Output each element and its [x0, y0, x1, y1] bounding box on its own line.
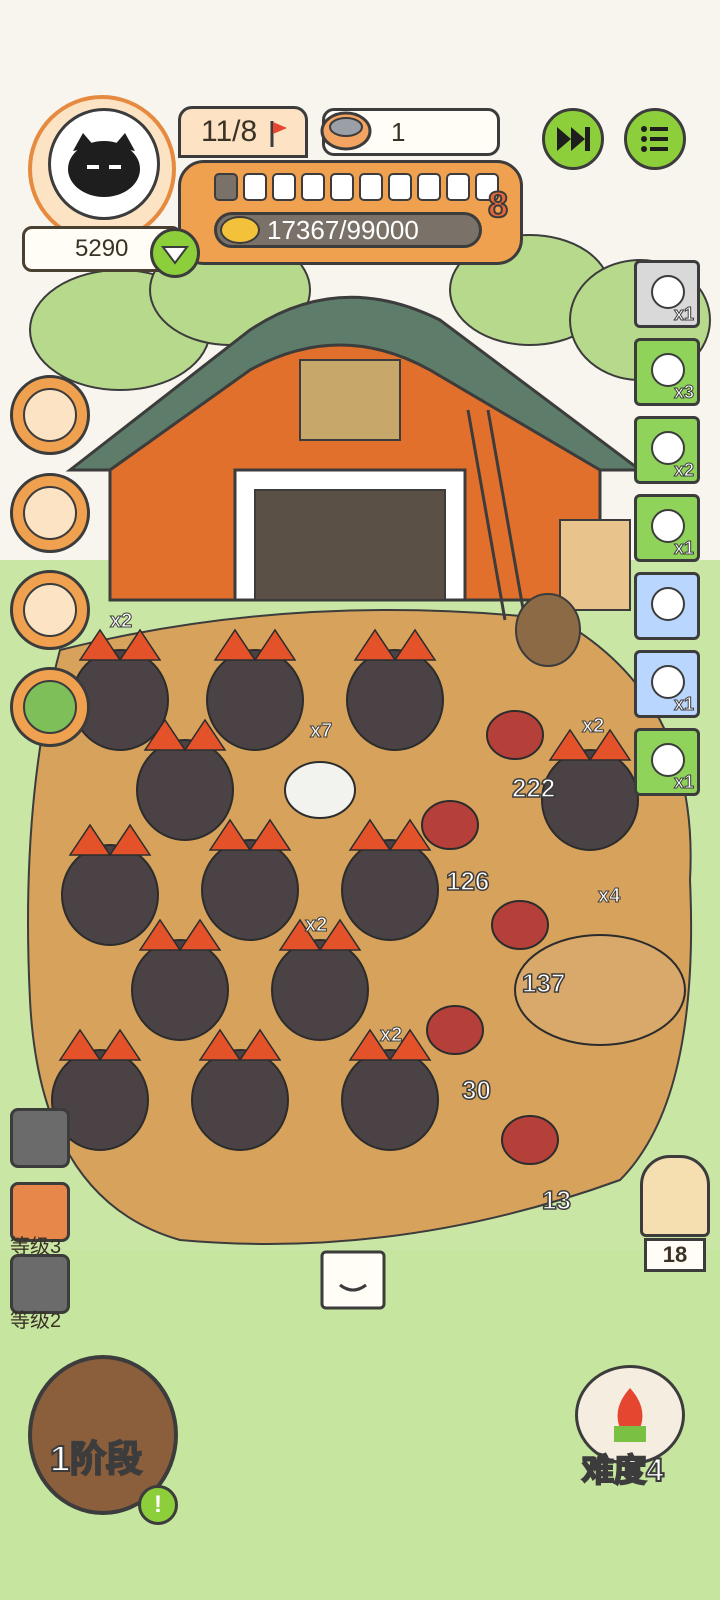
meat-value: 137 [521, 967, 566, 999]
fast-forward-icon [557, 127, 590, 151]
bowl-icon [318, 105, 374, 155]
heart-icon [161, 246, 189, 265]
bowl-value: 1 [391, 117, 406, 147]
turn-counter: 11/8 [178, 106, 308, 158]
gameboy-button[interactable] [10, 667, 90, 747]
xp-segment [359, 173, 383, 201]
item-slot[interactable] [634, 572, 700, 640]
menu-button[interactable] [624, 108, 686, 170]
multiplier-tag: x2 [304, 914, 328, 937]
alert-icon[interactable]: ! [138, 1485, 178, 1525]
item-count: x1 [673, 772, 694, 793]
item-count: x2 [673, 460, 694, 481]
xp-segment [388, 173, 412, 201]
owl-count: 18 [644, 1238, 706, 1272]
xp-segment [301, 173, 325, 201]
avatar[interactable] [48, 108, 160, 220]
gameboy-icon [23, 680, 77, 734]
skill-level-label: 等级2 [10, 1310, 62, 1332]
item-count: x3 [673, 382, 694, 403]
xp-segment [446, 173, 470, 201]
meat-value: 222 [511, 772, 556, 804]
gold-coin-icon [220, 216, 260, 244]
flag-icon [269, 117, 289, 163]
difficulty-label: 难度4 [581, 1451, 665, 1489]
multiplier-tag: x2 [581, 715, 605, 738]
xp-segment [243, 173, 267, 201]
level-badge: 8 [487, 183, 509, 226]
item-slot[interactable]: x1 [634, 650, 700, 718]
turn-value: 11/8 [201, 115, 258, 148]
pan-icon [23, 486, 77, 540]
item-slot[interactable]: x1 [634, 260, 700, 328]
item-count: x1 [673, 538, 694, 559]
sheep-icon [651, 587, 685, 621]
item-slot[interactable]: x1 [634, 494, 700, 562]
fast-forward-button[interactable] [542, 108, 604, 170]
item-slot[interactable]: x1 [634, 728, 700, 796]
xp-segment [417, 173, 441, 201]
multiplier-tag: x2 [379, 1024, 403, 1047]
item-slot[interactable]: x2 [634, 416, 700, 484]
xp-segment [330, 173, 354, 201]
joystick-icon [23, 583, 77, 637]
skill-slot-1[interactable] [10, 1108, 70, 1168]
joystick-button[interactable] [10, 570, 90, 650]
owl-icon[interactable] [640, 1155, 710, 1237]
item-count: x1 [673, 694, 694, 715]
item-count: x1 [673, 304, 694, 325]
multiplier-tag: x2 [109, 610, 133, 633]
meat-value: 126 [445, 865, 490, 897]
black-cat-icon [68, 133, 140, 197]
gold-value: 17367/99000 [267, 215, 419, 245]
xp-segment [214, 173, 238, 201]
heart-button[interactable] [150, 228, 200, 278]
score-value: 5290 [75, 235, 129, 262]
multiplier-tag: x7 [309, 720, 333, 743]
pan-button[interactable] [10, 473, 90, 553]
collar-icon [23, 388, 77, 442]
meat-value: 30 [461, 1074, 491, 1106]
collar-button[interactable] [10, 375, 90, 455]
multiplier-tag: x4 [597, 885, 621, 908]
item-slot[interactable]: x3 [634, 338, 700, 406]
stage-label: 1阶段 [49, 1437, 143, 1480]
menu-list-icon [641, 126, 668, 152]
xp-segment [272, 173, 296, 201]
xp-bar [214, 173, 499, 205]
meat-value: 13 [541, 1184, 571, 1216]
